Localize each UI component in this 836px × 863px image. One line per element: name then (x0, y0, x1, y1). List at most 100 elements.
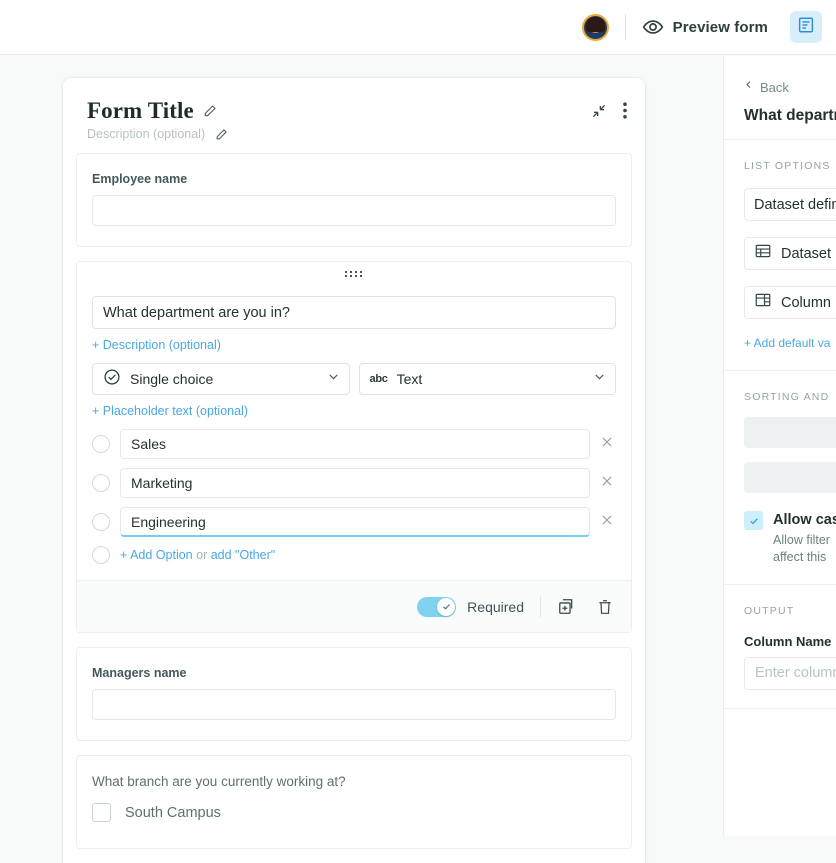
output-title: OUTPUT (744, 604, 795, 617)
allow-cascading-row: Allow cas Allow filter affect this (744, 511, 836, 566)
check-circle-icon (103, 368, 121, 391)
option-label: South Campus (125, 804, 221, 821)
column-name-input[interactable]: Enter column (744, 656, 836, 690)
form-document-button[interactable] (790, 11, 822, 43)
allow-cascading-checkbox[interactable] (744, 511, 763, 530)
filtering-field-placeholder[interactable] (744, 462, 836, 493)
form-header-actions (591, 102, 627, 119)
more-vertical-icon[interactable] (623, 102, 627, 119)
checkbox-option-row: South Campus (92, 803, 616, 822)
preview-form-label: Preview form (672, 18, 768, 36)
question-block[interactable]: Employee name (76, 153, 632, 247)
form-header: Form Title Description (optional) (63, 78, 645, 153)
add-option-row: + Add Option or add "Other" (92, 546, 616, 564)
toolbar-divider (624, 14, 626, 40)
form-document-icon (797, 16, 815, 39)
add-placeholder-link[interactable]: + Placeholder text (optional) (92, 404, 248, 418)
question-label: Employee name (92, 172, 188, 186)
add-option-or: or (192, 548, 211, 562)
sorting-title: SORTING AND (744, 391, 830, 403)
preview-form-button[interactable]: Preview form (642, 16, 768, 38)
chevron-left-icon (744, 78, 753, 96)
remove-option-icon[interactable] (600, 513, 616, 532)
answer-format-value: Text (396, 371, 423, 387)
question-title-input[interactable] (92, 296, 616, 329)
abc-icon: abc (369, 373, 388, 385)
column-name-placeholder: Enter column (755, 665, 836, 682)
remove-option-icon[interactable] (600, 474, 616, 493)
page-title: Form Title (87, 98, 194, 123)
option-radio[interactable] (92, 435, 110, 453)
question-label: What branch are you currently working at… (92, 774, 346, 789)
back-label: Back (760, 79, 789, 95)
form-description-row: Description (optional) (87, 127, 621, 141)
active-question-body: + Description (optional) Single choice (77, 286, 631, 564)
add-option-radio[interactable] (92, 546, 110, 564)
add-description-link[interactable]: + Description (optional) (92, 338, 221, 352)
question-type-select[interactable]: Single choice (92, 363, 350, 395)
table-icon (754, 242, 772, 265)
sorting-field-placeholder[interactable] (744, 417, 836, 448)
dataset-value: Dataset (781, 245, 831, 262)
output-section: OUTPUT Column Name Enter column (724, 585, 836, 709)
add-default-value-link[interactable]: + Add default va (744, 336, 830, 350)
dataset-definition-field[interactable]: Dataset defin (744, 188, 836, 221)
collapse-arrows-icon[interactable] (591, 103, 607, 119)
add-other-link[interactable]: add "Other" (211, 548, 275, 562)
list-options-section: LIST OPTIONS Dataset defin Dataset Colum… (724, 140, 836, 371)
chevron-down-icon (593, 370, 606, 388)
footer-divider (540, 595, 541, 618)
option-row (92, 468, 616, 498)
option-input[interactable] (120, 468, 590, 498)
form-title-row: Form Title (87, 98, 621, 124)
required-toggle[interactable] (417, 596, 457, 617)
question-block[interactable]: Managers name (76, 647, 632, 741)
option-input[interactable] (120, 429, 590, 459)
list-options-title: LIST OPTIONS (744, 160, 831, 172)
add-option-text: + Add Option or add "Other" (120, 548, 275, 562)
column-field[interactable]: Column (744, 286, 836, 319)
chevron-down-icon (327, 370, 340, 388)
dataset-field[interactable]: Dataset (744, 237, 836, 270)
question-label: Managers name (92, 666, 187, 680)
option-radio[interactable] (92, 474, 110, 492)
column-value: Column (781, 294, 831, 311)
avatar[interactable] (581, 13, 609, 41)
form-description-placeholder: Description (optional) (87, 127, 206, 141)
answer-format-select[interactable]: abc Text (358, 363, 616, 395)
allow-cascading-desc-line2: affect this (773, 549, 827, 564)
allow-cascading-desc-line1: Allow filter (773, 533, 830, 547)
question-footer: Required (77, 580, 631, 632)
option-input-focused[interactable] (120, 507, 590, 537)
drag-dots-icon (345, 271, 363, 277)
edit-title-pencil-icon[interactable] (203, 104, 217, 118)
question-block[interactable]: What branch are you currently working at… (76, 755, 632, 849)
drag-handle[interactable] (77, 262, 631, 286)
employee-name-input[interactable] (92, 195, 616, 226)
top-bar: Preview form (0, 0, 836, 55)
column-icon (754, 291, 772, 314)
trash-icon[interactable] (596, 598, 614, 616)
option-row (92, 429, 616, 459)
edit-description-pencil-icon[interactable] (215, 128, 228, 141)
allow-cascading-title: Allow cas (773, 512, 836, 528)
add-option-link[interactable]: + Add Option (120, 548, 193, 562)
option-row (92, 507, 616, 537)
settings-side-panel: Back What departm LIST OPTIONS Dataset d… (723, 56, 836, 836)
side-panel-question-title: What departm (744, 107, 836, 124)
toggle-knob (437, 597, 456, 616)
remove-option-icon[interactable] (600, 435, 616, 454)
question-type-value: Single choice (130, 371, 214, 387)
required-label: Required (467, 598, 524, 615)
column-name-label: Column Name (744, 633, 832, 649)
back-button[interactable]: Back (744, 78, 836, 96)
active-question-block: + Description (optional) Single choice (76, 261, 632, 633)
allow-cascading-text: Allow cas Allow filter affect this (773, 511, 836, 566)
managers-name-input[interactable] (92, 689, 616, 720)
option-radio[interactable] (92, 513, 110, 531)
eye-icon (642, 16, 664, 38)
question-type-row: Single choice abc Text (92, 363, 616, 395)
duplicate-icon[interactable] (557, 597, 576, 616)
option-checkbox[interactable] (92, 803, 111, 822)
dataset-definition-value: Dataset defin (754, 196, 836, 213)
